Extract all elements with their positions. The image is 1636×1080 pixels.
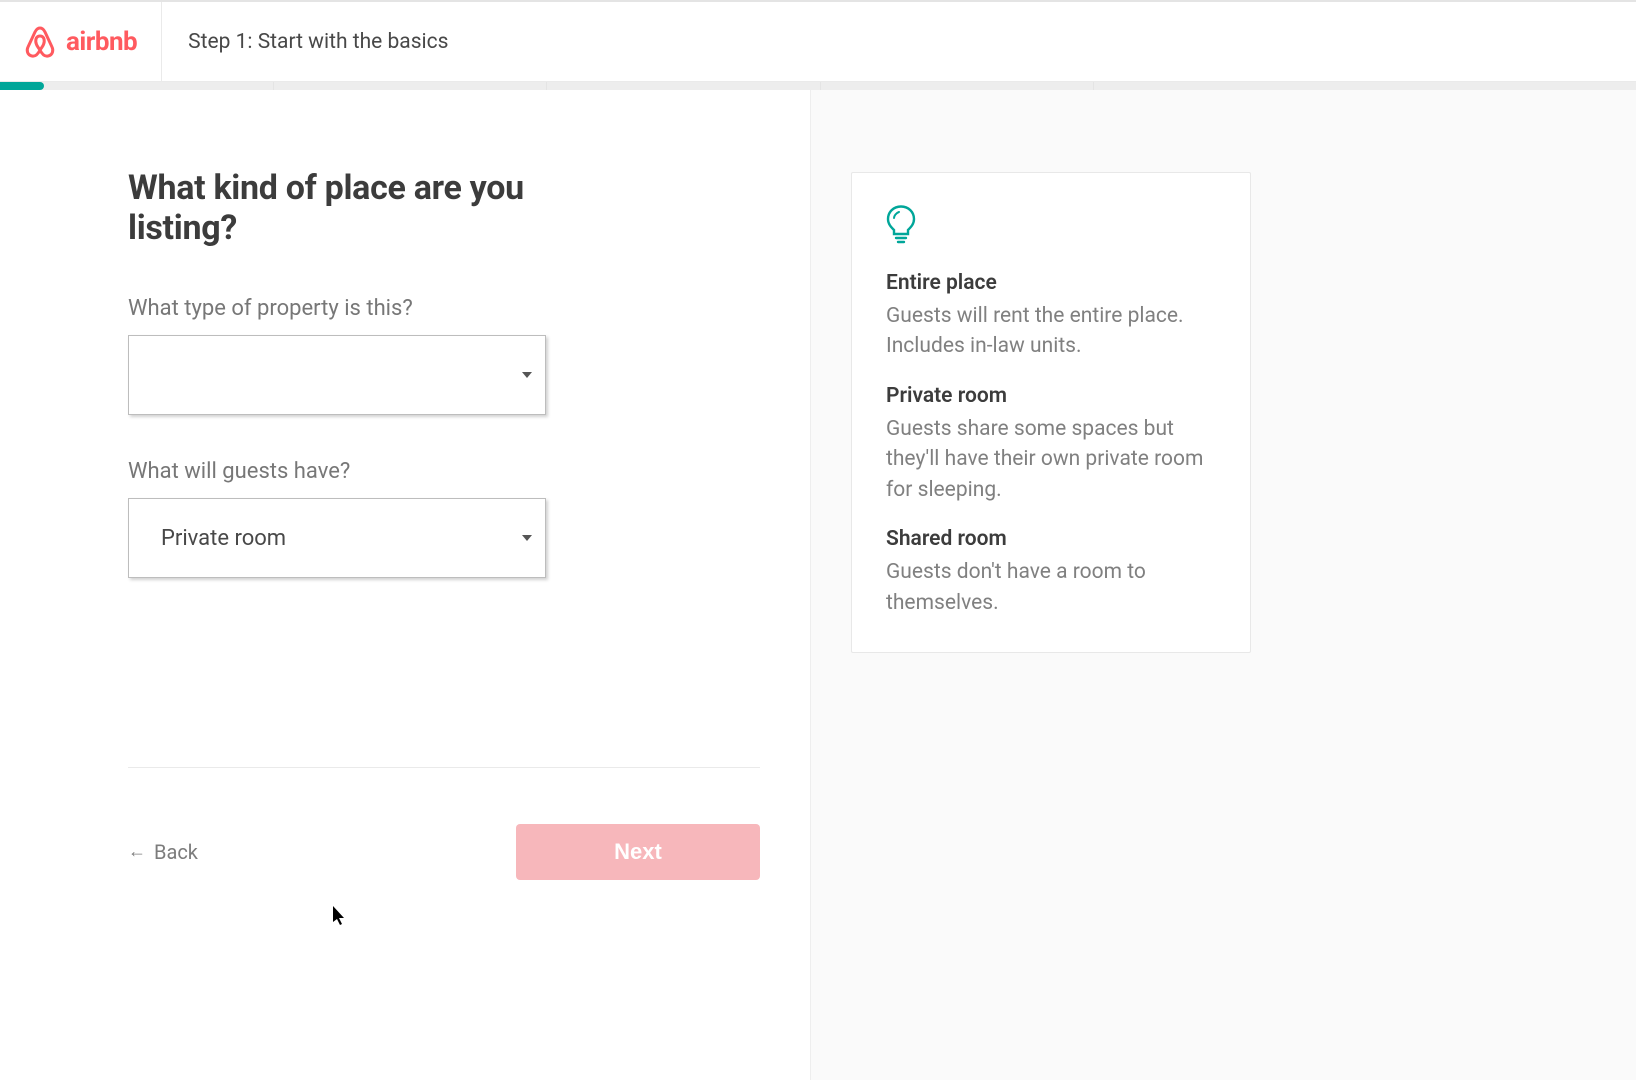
room-type-value: Private room <box>161 526 286 551</box>
room-type-label: What will guests have? <box>128 459 640 484</box>
tip-desc: Guests will rent the entire place. Inclu… <box>886 301 1216 362</box>
info-column: Entire place Guests will rent the entire… <box>810 90 1636 1080</box>
cursor-icon <box>333 906 347 926</box>
step-label: Step 1: Start with the basics <box>162 30 448 54</box>
tip-entire-place: Entire place Guests will rent the entire… <box>886 271 1216 362</box>
logo[interactable]: airbnb <box>0 2 162 81</box>
back-label: Back <box>154 840 198 864</box>
top-bar: airbnb Step 1: Start with the basics <box>0 0 1636 82</box>
tip-private-room: Private room Guests share some spaces bu… <box>886 384 1216 505</box>
progress-bar <box>0 82 1636 90</box>
logo-text: airbnb <box>66 27 137 57</box>
property-type-label: What type of property is this? <box>128 296 640 321</box>
lightbulb-icon <box>886 205 1216 249</box>
progress-fill <box>0 82 44 90</box>
next-button[interactable]: Next <box>516 824 760 880</box>
tip-desc: Guests don't have a room to themselves. <box>886 557 1216 618</box>
tip-shared-room: Shared room Guests don't have a room to … <box>886 527 1216 618</box>
arrow-left-icon: ← <box>128 843 146 861</box>
property-type-select[interactable] <box>128 335 546 415</box>
airbnb-belo-icon <box>24 25 56 59</box>
form-column: What kind of place are you listing? What… <box>0 90 810 1080</box>
tip-desc: Guests share some spaces but they'll hav… <box>886 414 1216 505</box>
footer-nav: ← Back Next <box>128 767 760 880</box>
room-type-select[interactable]: Private room <box>128 498 546 578</box>
tip-title: Entire place <box>886 271 1216 295</box>
content: What kind of place are you listing? What… <box>0 90 1636 1080</box>
tip-title: Private room <box>886 384 1216 408</box>
back-button[interactable]: ← Back <box>128 840 198 864</box>
tip-title: Shared room <box>886 527 1216 551</box>
page-title: What kind of place are you listing? <box>128 168 640 248</box>
tips-card: Entire place Guests will rent the entire… <box>851 172 1251 653</box>
